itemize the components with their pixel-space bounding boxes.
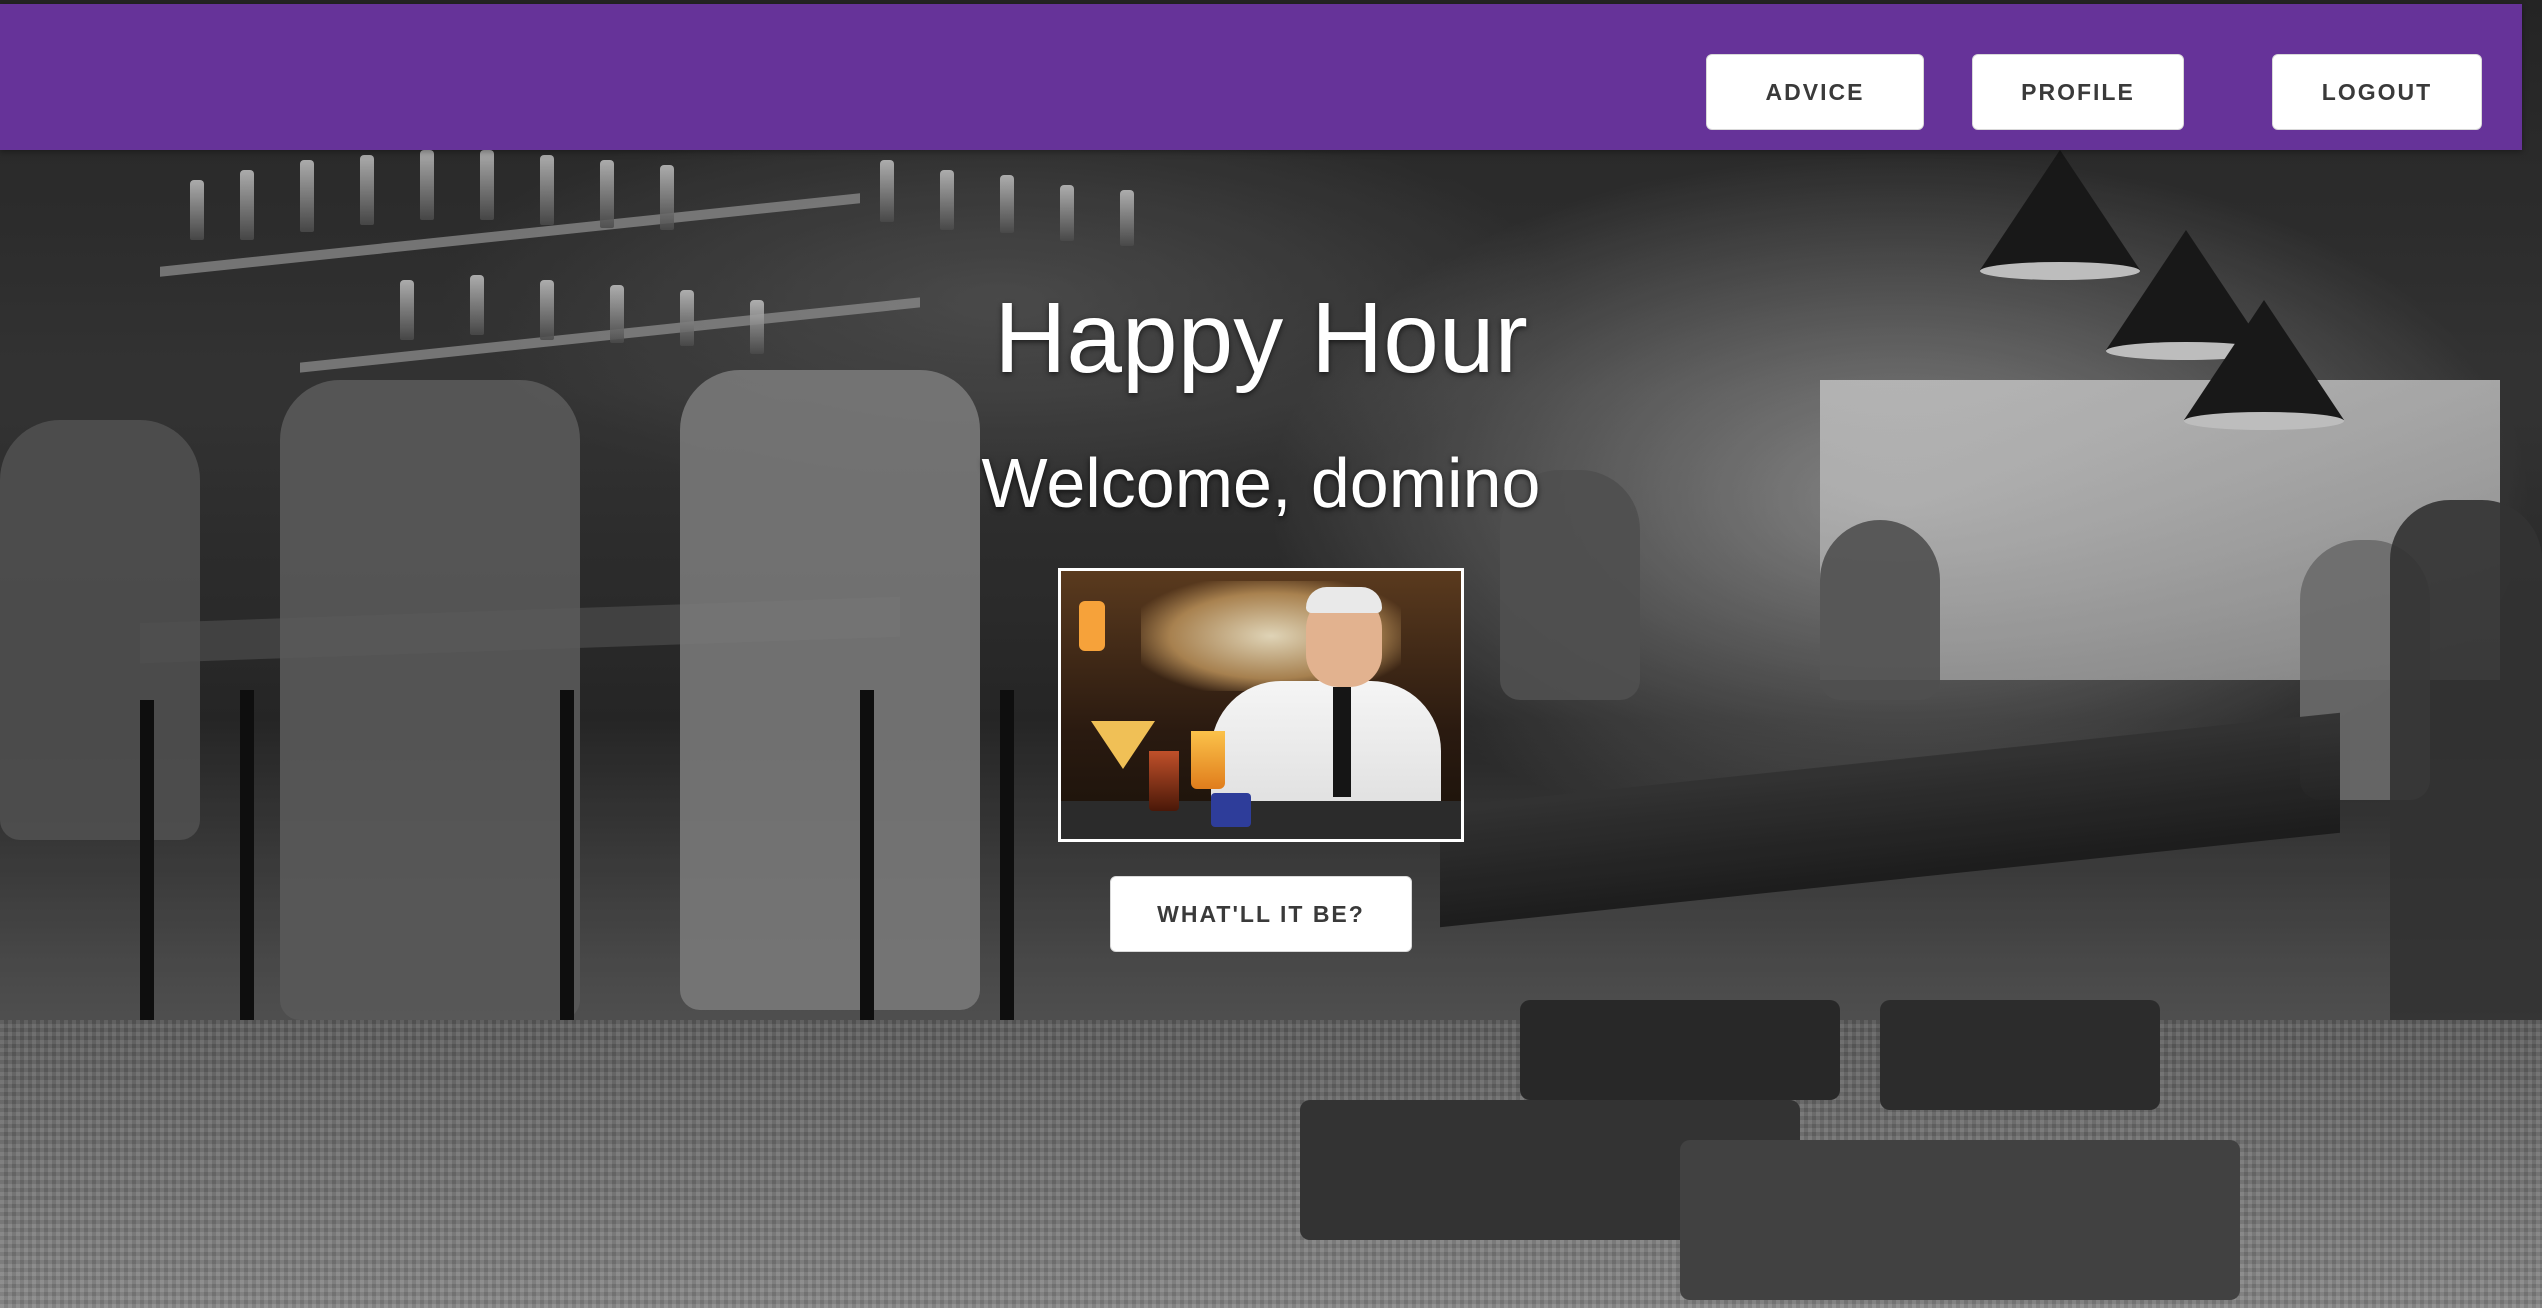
photo-lamp xyxy=(1079,601,1105,651)
photo-bartender-hair xyxy=(1306,587,1382,613)
photo-bar-counter xyxy=(1061,801,1461,839)
photo-martini-glass xyxy=(1091,721,1155,769)
bartender-image xyxy=(1058,568,1464,842)
photo-blue-drink xyxy=(1211,793,1251,827)
logout-button[interactable]: LOGOUT xyxy=(2272,54,2482,130)
photo-red-drink xyxy=(1149,751,1179,811)
profile-button[interactable]: PROFILE xyxy=(1972,54,2184,130)
whatll-it-be-button[interactable]: WHAT'LL IT BE? xyxy=(1110,876,1412,952)
photo-bartender-tie xyxy=(1333,687,1351,797)
welcome-message: Welcome, domino xyxy=(981,444,1541,522)
page: ADVICE PROFILE LOGOUT Happy Hour Welcome… xyxy=(0,0,2542,1308)
advice-button[interactable]: ADVICE xyxy=(1706,54,1924,130)
top-navbar: ADVICE PROFILE LOGOUT xyxy=(0,4,2522,150)
photo-orange-drink xyxy=(1191,731,1225,789)
page-title: Happy Hour xyxy=(994,282,1528,394)
